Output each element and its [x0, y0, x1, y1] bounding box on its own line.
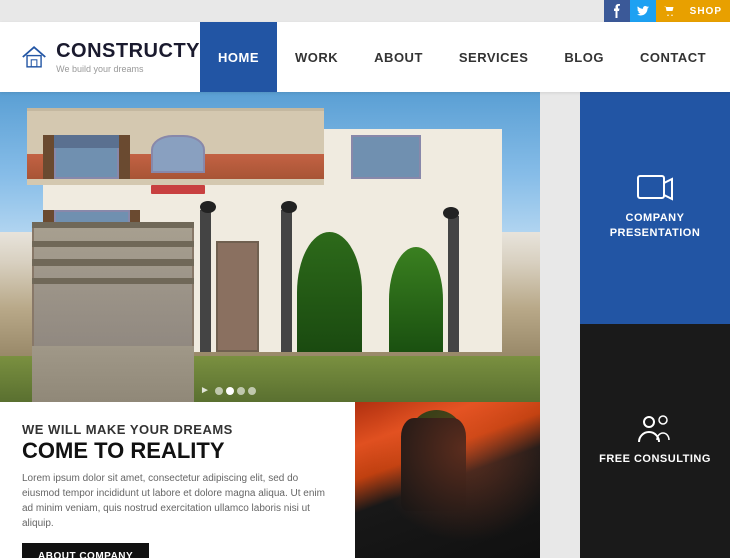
headline-sub: WE WILL MAKE YOUR DREAMS	[22, 422, 333, 437]
free-consulting-panel[interactable]: FREE CONSULTING	[580, 324, 730, 558]
nav-about[interactable]: ABOUT	[356, 22, 441, 92]
company-presentation-label: COMPANY PRESENTATION	[580, 211, 730, 242]
nav-services[interactable]: SERVICES	[441, 22, 547, 92]
company-presentation-panel[interactable]: COMPANY PRESENTATION	[580, 92, 730, 324]
slide-dot-2[interactable]	[226, 387, 234, 395]
slide-dot-1[interactable]	[215, 387, 223, 395]
main-nav: HOME WORK ABOUT SERVICES BLOG CONTACT	[200, 22, 730, 92]
hero-scene	[0, 92, 540, 402]
facebook-icon[interactable]	[604, 0, 630, 22]
slide-dot-4[interactable]	[248, 387, 256, 395]
about-company-button[interactable]: ABOUT COMPANY	[22, 543, 149, 558]
page-wrapper: SHOP CONSTRUCTY We build your dreams HOM…	[0, 0, 730, 558]
shop-button[interactable]: SHOP	[682, 0, 730, 22]
worker-image	[355, 402, 540, 558]
logo-text: CONSTRUCTY We build your dreams	[56, 40, 200, 74]
brand-name: CONSTRUCTY	[56, 40, 200, 63]
worker-figure	[355, 402, 540, 558]
main-content: ► COMPANY PRESENTATION	[0, 92, 730, 558]
nav-contact[interactable]: CONTACT	[622, 22, 724, 92]
bottom-section: WE WILL MAKE YOUR DREAMS COME TO REALITY…	[0, 402, 540, 558]
headline-main: COME TO REALITY	[22, 439, 333, 463]
nav-home[interactable]: HOME	[200, 22, 277, 92]
video-icon	[637, 175, 673, 203]
brand-tagline: We build your dreams	[56, 64, 200, 74]
header: CONSTRUCTY We build your dreams HOME WOR…	[0, 22, 730, 92]
body-text: Lorem ipsum dolor sit amet, consectetur …	[22, 471, 333, 531]
side-panels: COMPANY PRESENTATION FREE CONSULTING	[580, 92, 730, 558]
consulting-icon	[637, 414, 673, 444]
logo-icon	[20, 41, 48, 73]
nav-blog[interactable]: BLOG	[546, 22, 622, 92]
slide-dot-3[interactable]	[237, 387, 245, 395]
cart-icon[interactable]	[656, 0, 682, 22]
logo-area: CONSTRUCTY We build your dreams	[0, 22, 200, 92]
content-block: WE WILL MAKE YOUR DREAMS COME TO REALITY…	[0, 402, 355, 558]
twitter-icon[interactable]	[630, 0, 656, 22]
free-consulting-label: FREE CONSULTING	[599, 452, 711, 467]
social-bar: SHOP	[604, 0, 730, 22]
slide-navigation[interactable]: ►	[200, 385, 256, 396]
hero-image: ►	[0, 92, 540, 402]
nav-work[interactable]: WORK	[277, 22, 356, 92]
